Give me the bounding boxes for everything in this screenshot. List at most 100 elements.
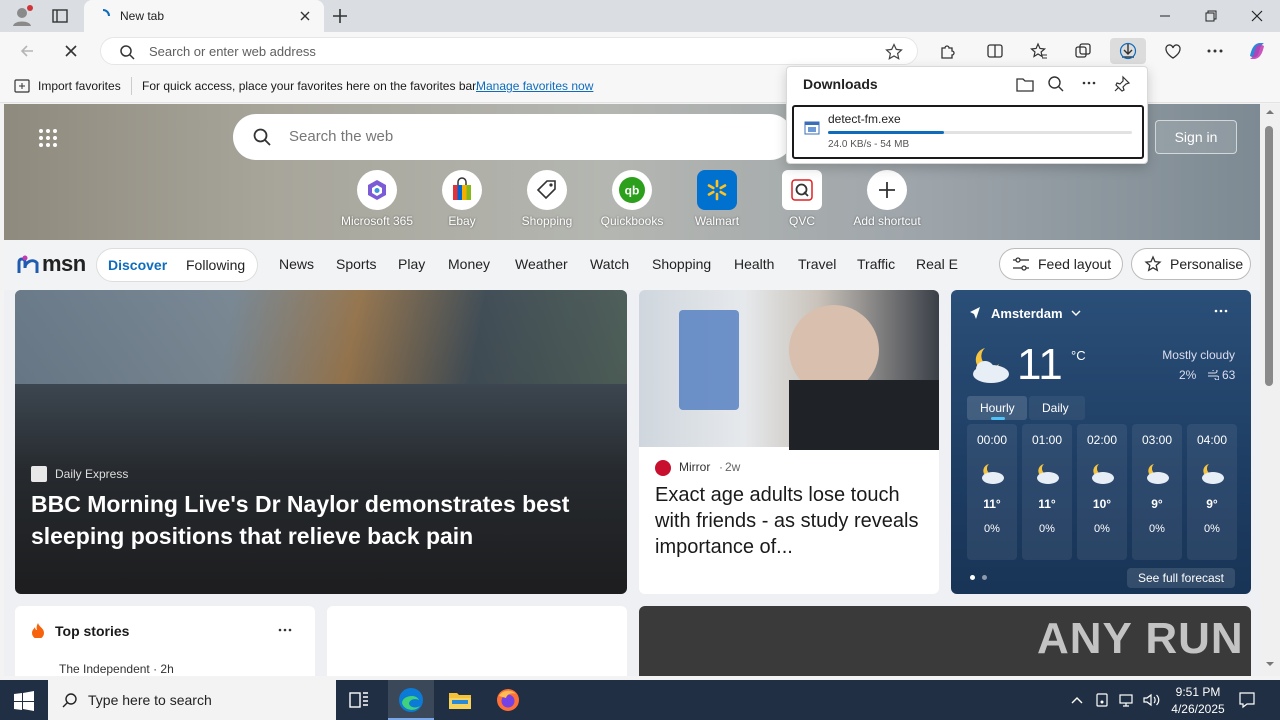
carousel-dot[interactable] [982,575,987,580]
nav-item-money[interactable]: Money [448,256,490,272]
shortcut-walmart[interactable]: Walmart [674,170,760,232]
download-item[interactable]: detect-fm.exe 24.0 KB/s - 54 MB [792,105,1144,159]
partly-cloudy-night-icon [1147,464,1169,484]
notifications-icon[interactable] [1238,691,1256,709]
downloads-icon[interactable] [1110,38,1146,64]
collections-icon[interactable] [1068,38,1098,64]
vertical-scrollbar[interactable] [1260,104,1280,676]
story-card-placeholder[interactable] [327,606,627,676]
see-full-forecast-button[interactable]: See full forecast [1127,568,1235,588]
chevron-down-icon[interactable] [1071,308,1081,318]
back-icon[interactable] [12,38,42,64]
chevron-up-icon[interactable] [1070,693,1084,707]
app-launcher-icon[interactable] [38,128,58,148]
shortcut-quickbooks[interactable]: qb Quickbooks [589,170,675,232]
copilot-icon[interactable] [1242,38,1272,64]
manage-favorites-link[interactable]: Manage favorites now [476,79,593,93]
address-input[interactable]: Search or enter web address [149,44,316,59]
tab-hourly[interactable]: Hourly [967,396,1027,420]
taskbar-edge[interactable] [388,680,434,720]
hour-column[interactable]: 04:00 9° 0% [1187,424,1237,560]
shortcut-ebay[interactable]: Ebay [419,170,505,232]
new-tab-icon[interactable] [330,6,350,26]
taskbar-search-box[interactable]: Type here to search [48,680,336,720]
hour-column[interactable]: 00:00 11° 0% [967,424,1017,560]
taskbar-firefox[interactable] [490,680,526,720]
personalise-button[interactable]: Personalise [1131,248,1251,280]
firefox-icon [497,689,519,711]
tab-actions-icon[interactable] [50,7,70,25]
nav-item-real-estate[interactable]: Real E [916,256,958,272]
favorite-star-icon[interactable] [885,43,903,61]
shortcut-shopping[interactable]: Shopping [504,170,590,232]
more-options-icon[interactable] [1213,306,1229,316]
scroll-up-arrow-icon[interactable] [1266,108,1274,116]
split-screen-icon[interactable] [980,38,1010,64]
feed-layout-button[interactable]: Feed layout [999,248,1123,280]
network-icon[interactable] [1118,692,1134,708]
nav-item-health[interactable]: Health [734,256,774,272]
windows-start-icon[interactable] [14,691,34,711]
tab-following[interactable]: Following [186,257,245,273]
nav-item-play[interactable]: Play [398,256,425,272]
story-headline[interactable]: Exact age adults lose touch with friends… [655,482,927,560]
hour-column[interactable]: 02:00 10° 0% [1077,424,1127,560]
weather-location[interactable]: Amsterdam [991,306,1063,321]
close-tab-icon[interactable] [298,9,312,23]
story-card-mirror[interactable]: Mirror · 2w Exact age adults lose touch … [639,290,939,594]
more-options-icon[interactable] [277,626,293,634]
msn-logo[interactable]: msn [16,251,86,281]
nav-item-weather[interactable]: Weather [515,256,568,272]
current-temp: 11 [1017,340,1063,389]
story-card-dark[interactable]: ANY RUN [639,606,1251,676]
profile-icon[interactable] [10,4,34,28]
story-headline[interactable]: BBC Morning Live's Dr Naylor demonstrate… [31,488,601,552]
nav-item-sports[interactable]: Sports [336,256,376,272]
tab-daily-label: Daily [1042,401,1069,415]
hour-column[interactable]: 03:00 9° 0% [1132,424,1182,560]
network-device-icon[interactable] [1094,692,1110,708]
taskbar-file-explorer[interactable] [442,680,478,720]
volume-icon[interactable] [1142,692,1160,708]
scrollbar-thumb[interactable] [1265,126,1273,386]
web-search-input[interactable]: Search the web [289,128,393,145]
weather-card[interactable]: Amsterdam 11 °C Mostly cloudy 2% 63 Hour… [951,290,1251,594]
shortcut-microsoft-365[interactable]: Microsoft 365 [334,170,420,232]
minimize-button[interactable] [1142,0,1188,32]
hour-column[interactable]: 01:00 11° 0% [1022,424,1072,560]
temp-unit[interactable]: °C [1071,348,1086,363]
add-shortcut-button[interactable]: Add shortcut [844,170,930,232]
tab-daily[interactable]: Daily [1029,396,1085,420]
extensions-icon[interactable] [932,38,962,64]
settings-more-icon[interactable] [1200,38,1230,64]
taskbar-time[interactable]: 9:51 PM [1170,685,1226,699]
shortcut-qvc[interactable]: QVC [759,170,845,232]
address-bar[interactable]: Search or enter web address [100,37,918,65]
favorites-icon[interactable] [1024,38,1054,64]
scroll-down-arrow-icon[interactable] [1266,660,1274,668]
carousel-dot-active[interactable] [970,575,975,580]
nav-item-travel[interactable]: Travel [798,256,836,272]
tab-discover[interactable]: Discover [108,257,167,273]
open-folder-icon[interactable] [1015,75,1035,93]
task-view-icon[interactable] [348,690,370,710]
nav-item-watch[interactable]: Watch [590,256,629,272]
browser-essentials-icon[interactable] [1158,38,1188,64]
stop-loading-icon[interactable] [56,38,86,64]
sign-in-button[interactable]: Sign in [1155,120,1237,154]
nav-item-traffic[interactable]: Traffic [857,256,895,272]
close-window-button[interactable] [1234,0,1280,32]
nav-item-shopping[interactable]: Shopping [652,256,711,272]
discover-following-toggle: Discover Following [96,248,258,282]
web-search-box[interactable]: Search the web [233,114,793,160]
taskbar-search-input[interactable]: Type here to search [88,692,212,708]
import-favorites-button[interactable]: Import favorites [38,79,121,93]
restore-button[interactable] [1188,0,1234,32]
pin-icon[interactable] [1113,75,1131,93]
more-options-icon[interactable] [1081,79,1097,87]
tab-new-tab[interactable]: New tab [84,0,324,32]
nav-item-news[interactable]: News [279,256,314,272]
taskbar-date[interactable]: 4/26/2025 [1166,702,1230,716]
hero-story-card[interactable]: Daily Express BBC Morning Live's Dr Nayl… [15,290,627,594]
search-downloads-icon[interactable] [1047,75,1065,93]
